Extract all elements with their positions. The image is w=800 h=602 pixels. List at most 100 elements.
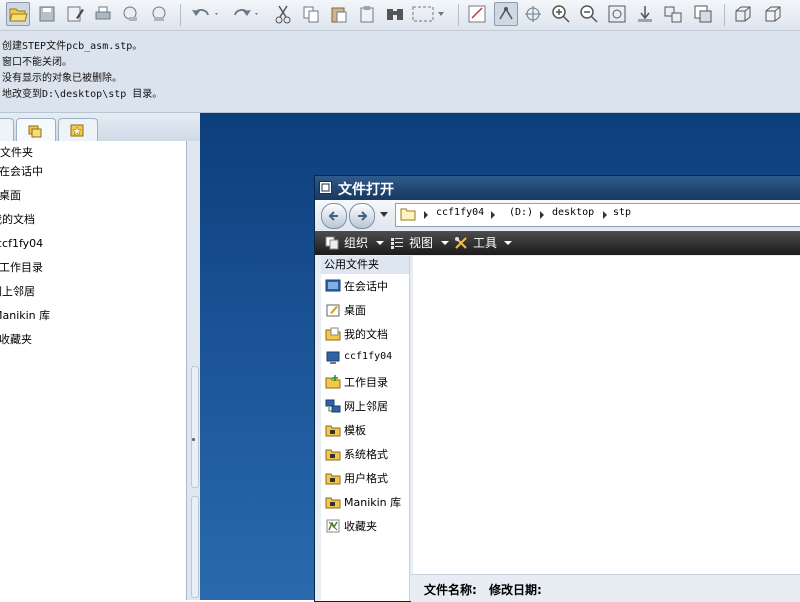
- shading-icon[interactable]: [762, 3, 784, 25]
- breadcrumb-separator-icon: [491, 211, 495, 219]
- file-open-dialog: 文件打开 ccf1fy04 (D:) desktop stp 组织 视图 工具 …: [314, 175, 800, 602]
- nav-item-manikin-library[interactable]: Manikin 库: [0, 306, 50, 326]
- tab-folder-browser[interactable]: [16, 118, 56, 141]
- navigator-splitter[interactable]: [188, 141, 200, 600]
- undo-icon[interactable]: [190, 3, 222, 25]
- save-icon[interactable]: [36, 3, 58, 25]
- zoom-in-icon[interactable]: [550, 3, 572, 25]
- tab-favorites[interactable]: [58, 118, 98, 141]
- paste-icon[interactable]: [328, 3, 350, 25]
- breadcrumb-drive[interactable]: (D:): [509, 207, 533, 218]
- find-icon[interactable]: [384, 3, 406, 25]
- history-dropdown-icon[interactable]: [380, 212, 388, 217]
- favorite-templates[interactable]: 模板: [321, 419, 409, 441]
- nav-item-in-session[interactable]: 在会话中: [0, 162, 43, 182]
- breadcrumb-separator-icon: [540, 211, 544, 219]
- orient-icon[interactable]: [634, 3, 656, 25]
- tab-model-tree[interactable]: [0, 118, 14, 141]
- print-icon[interactable]: [92, 3, 114, 25]
- favorite-my-documents[interactable]: 我的文档: [321, 323, 409, 345]
- save-as-icon[interactable]: [64, 3, 86, 25]
- window-menu-icon[interactable]: [319, 181, 332, 194]
- forward-button[interactable]: [349, 203, 375, 229]
- chevron-down-icon: [376, 241, 384, 245]
- layers-icon[interactable]: [692, 3, 714, 25]
- select-box-icon[interactable]: [410, 3, 448, 25]
- view-cube-icon[interactable]: [732, 3, 754, 25]
- dialog-title-bar[interactable]: 文件打开: [315, 176, 800, 200]
- tools-button[interactable]: 工具: [454, 234, 514, 252]
- folder-icon: [325, 425, 341, 437]
- nav-item-network[interactable]: 网上邻居: [0, 282, 35, 302]
- nav-item-favorites[interactable]: 收藏夹: [0, 330, 32, 350]
- folder-icon: [400, 208, 416, 221]
- paste-special-icon[interactable]: [356, 3, 378, 25]
- desktop-icon: [326, 304, 340, 317]
- folder-tree-header: 文件夹: [0, 146, 33, 159]
- address-bar: ccf1fy04 (D:) desktop stp: [315, 200, 800, 230]
- message-line: 地改变到D:\desktop\stp 目录。: [2, 89, 163, 100]
- chevron-down-icon: [441, 241, 449, 245]
- favorite-network[interactable]: 网上邻居: [321, 395, 409, 417]
- favorite-user-formats[interactable]: 用户格式: [321, 467, 409, 489]
- message-line: 没有显示的对象已被删除。: [2, 73, 122, 84]
- breadcrumb-stp[interactable]: stp: [613, 207, 631, 218]
- breadcrumb-desktop[interactable]: desktop: [552, 207, 594, 218]
- breadcrumb-computer[interactable]: ccf1fy04: [436, 207, 484, 218]
- refit-icon[interactable]: [606, 3, 628, 25]
- file-name-label: 文件名称:: [424, 583, 477, 597]
- main-toolbar: [0, 0, 800, 31]
- modified-date-label: 修改日期:: [489, 583, 542, 597]
- favorite-manikin-library[interactable]: Manikin 库: [321, 491, 409, 513]
- spin-center-icon[interactable]: [522, 3, 544, 25]
- datum-display-icon[interactable]: [494, 2, 518, 26]
- folder-icon: [325, 473, 341, 485]
- folder-icon: [325, 449, 341, 461]
- organize-button[interactable]: 组织: [325, 234, 387, 252]
- message-line: 创建STEP文件pcb_asm.stp。: [2, 41, 143, 52]
- favorite-working-directory[interactable]: 工作目录: [321, 371, 409, 393]
- favorite-desktop[interactable]: 桌面: [321, 299, 409, 321]
- favorite-favorites[interactable]: 收藏夹: [321, 515, 409, 537]
- my-documents-icon: [325, 327, 341, 341]
- computer-icon: [326, 351, 340, 364]
- copy-icon[interactable]: [300, 3, 322, 25]
- repaint-icon[interactable]: [466, 3, 488, 25]
- path-field[interactable]: ccf1fy04 (D:) desktop stp: [395, 203, 800, 227]
- navigator-panel: 文件夹 在会话中 桌面 我的文档 ccf1fy04 工作目录 网上邻居 Mani…: [0, 113, 200, 600]
- in-session-icon: [325, 279, 341, 292]
- nav-item-my-documents[interactable]: 我的文档: [0, 210, 35, 230]
- favorite-in-session[interactable]: 在会话中: [321, 275, 409, 297]
- cut-icon[interactable]: [272, 3, 294, 25]
- forward-arrow-icon: [358, 211, 368, 221]
- common-folders-header: 公用文件夹: [321, 256, 409, 274]
- nav-item-computer[interactable]: ccf1fy04: [0, 234, 43, 254]
- zoom-out-icon[interactable]: [578, 3, 600, 25]
- command-bar: 组织 视图 工具: [315, 231, 800, 255]
- nav-item-working-directory[interactable]: 工作目录: [0, 258, 43, 278]
- open-folder-icon[interactable]: [6, 2, 30, 26]
- favorites-icon: [326, 519, 340, 533]
- back-button[interactable]: [321, 203, 347, 229]
- back-arrow-icon: [328, 211, 338, 221]
- views-button[interactable]: 视图: [390, 234, 450, 252]
- print-preview-icon[interactable]: [120, 3, 142, 25]
- views-icon: [391, 238, 403, 249]
- common-folders-panel: 公用文件夹 在会话中 桌面 我的文档 ccf1fy04 工作目录 网上邻居 模板: [321, 256, 410, 601]
- network-icon: [325, 399, 341, 413]
- favorite-system-formats[interactable]: 系统格式: [321, 443, 409, 465]
- details-bar: 文件名称: 修改日期:: [411, 574, 800, 602]
- favorite-computer[interactable]: ccf1fy04: [321, 347, 409, 369]
- saved-views-icon[interactable]: [662, 3, 684, 25]
- file-list[interactable]: [413, 256, 800, 574]
- message-line: 窗口不能关闭。: [2, 57, 72, 68]
- folder-browser-icon: [28, 125, 42, 138]
- redo-icon[interactable]: [230, 3, 262, 25]
- breadcrumb-separator-icon: [424, 211, 428, 219]
- quick-print-icon[interactable]: [148, 3, 170, 25]
- nav-item-desktop[interactable]: 桌面: [0, 186, 21, 206]
- message-area: 创建STEP文件pcb_asm.stp。 窗口不能关闭。 没有显示的对象已被删除…: [0, 31, 800, 113]
- folder-icon: [325, 497, 341, 509]
- working-directory-icon: [325, 375, 341, 389]
- dialog-title: 文件打开: [338, 182, 394, 198]
